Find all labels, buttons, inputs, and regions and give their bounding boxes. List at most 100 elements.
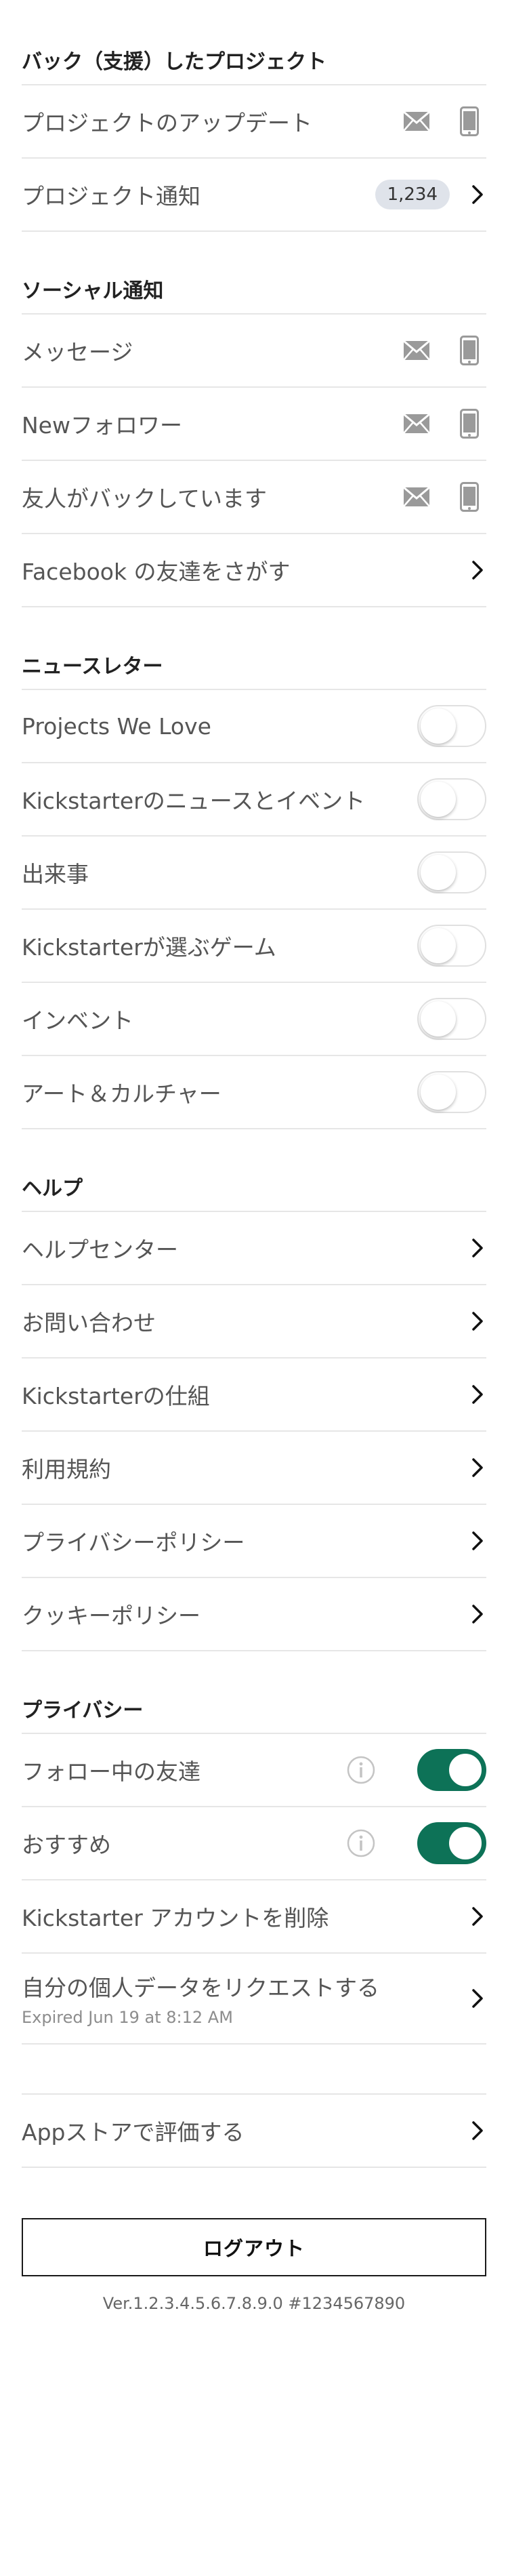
row-terms[interactable]: 利用規約 <box>22 1430 486 1504</box>
section-title-social: ソーシャル通知 <box>22 279 164 303</box>
row-text-block: 自分の個人データをリクエストする Expired Jun 19 at 8:12 … <box>22 1970 379 2027</box>
phone-icon[interactable] <box>452 104 486 138</box>
row-label-recommendations: おすすめ <box>22 1832 111 1858</box>
toggle-knob <box>421 1001 456 1037</box>
section-help: ヘルプ ヘルプセンター お問い合わせ Kickstarterの仕組 利用規約 プ… <box>22 1167 486 1651</box>
section-backed-projects: バック（支援）したプロジェクト プロジェクトのアップデート プロジェクト通知 1… <box>22 41 486 232</box>
row-label-project-updates: プロジェクトのアップデート <box>22 110 312 136</box>
toggle-following-friends[interactable] <box>417 1749 486 1791</box>
phone-icon[interactable] <box>452 407 486 441</box>
phone-icon[interactable] <box>452 480 486 514</box>
toggle-games[interactable] <box>417 925 486 967</box>
section-newsletter: ニュースレター Projects We Love Kickstarterのニュー… <box>22 645 486 1129</box>
row-controls <box>400 480 486 514</box>
mail-icon[interactable] <box>400 407 433 441</box>
row-label-news-events: Kickstarterのニュースとイベント <box>22 788 366 814</box>
chevron-right-icon <box>469 557 486 584</box>
row-controls <box>400 334 486 367</box>
row-arts-culture: アート＆カルチャー <box>22 1055 486 1129</box>
chevron-right-icon <box>469 1454 486 1481</box>
row-privacy-policy[interactable]: プライバシーポリシー <box>22 1504 486 1577</box>
settings-page: バック（支援）したプロジェクト プロジェクトのアップデート プロジェクト通知 1… <box>0 0 508 2576</box>
row-label-friend-backing: 友人がバックしています <box>22 485 268 512</box>
row-controls <box>400 104 486 138</box>
toggle-knob <box>448 1826 483 1861</box>
row-how-it-works[interactable]: Kickstarterの仕組 <box>22 1357 486 1430</box>
row-sublabel-expired: Expired Jun 19 at 8:12 AM <box>22 2008 233 2027</box>
toggle-knob <box>448 1752 483 1788</box>
row-new-followers: Newフォロワー <box>22 386 486 460</box>
info-icon[interactable] <box>344 1826 378 1860</box>
row-following-friends: フォロー中の友達 <box>22 1733 486 1806</box>
chevron-right-icon <box>469 1234 486 1262</box>
row-project-updates: プロジェクトのアップデート <box>22 84 486 157</box>
row-contact[interactable]: お問い合わせ <box>22 1284 486 1357</box>
row-games: Kickstarterが選ぶゲーム <box>22 908 486 982</box>
mail-icon[interactable] <box>400 334 433 367</box>
row-label-new-followers: Newフォロワー <box>22 412 182 439</box>
toggle-arts-culture[interactable] <box>417 1071 486 1113</box>
version-text: Ver.1.2.3.4.5.6.7.8.9.0 #1234567890 <box>102 2294 406 2313</box>
row-label-following-friends: フォロー中の友達 <box>22 1758 200 1785</box>
toggle-knob <box>421 855 456 890</box>
phone-icon[interactable] <box>452 334 486 367</box>
chevron-right-icon <box>469 2117 486 2144</box>
row-label-contact: お問い合わせ <box>22 1310 156 1336</box>
row-friend-backing: 友人がバックしています <box>22 460 486 533</box>
toggle-knob <box>421 708 456 744</box>
row-label-games: Kickstarterが選ぶゲーム <box>22 934 276 961</box>
row-help-center[interactable]: ヘルプセンター <box>22 1211 486 1284</box>
row-label-help-center: ヘルプセンター <box>22 1236 178 1263</box>
row-label-find-facebook-friends: Facebook の友達をさがす <box>22 559 291 585</box>
toggle-happenings[interactable] <box>417 851 486 893</box>
row-messages: メッセージ <box>22 313 486 386</box>
row-request-personal-data[interactable]: 自分の個人データをリクエストする Expired Jun 19 at 8:12 … <box>22 1952 486 2045</box>
toggle-news-events[interactable] <box>417 778 486 820</box>
chevron-right-icon <box>469 1527 486 1554</box>
chevron-right-icon <box>469 1308 486 1335</box>
row-label-arts-culture: アート＆カルチャー <box>22 1081 221 1107</box>
logout-button[interactable]: ログアウト <box>22 2218 486 2276</box>
row-label-privacy-policy: プライバシーポリシー <box>22 1529 245 1556</box>
section-social: ソーシャル通知 メッセージ Newフォロワー 友人がバックしています Faceb… <box>22 270 486 607</box>
section-title-privacy: プライバシー <box>22 1699 144 1723</box>
row-cookie-policy[interactable]: クッキーポリシー <box>22 1577 486 1651</box>
chevron-right-icon <box>469 181 486 208</box>
chevron-right-icon <box>469 1601 486 1628</box>
mail-icon[interactable] <box>400 104 433 138</box>
row-controls <box>344 1749 486 1791</box>
row-project-notifications[interactable]: プロジェクト通知 1,234 <box>22 157 486 232</box>
row-label-request-personal-data: 自分の個人データをリクエストする <box>22 1975 379 2001</box>
toggle-recommendations[interactable] <box>417 1822 486 1864</box>
section-privacy: プライバシー フォロー中の友達 おすすめ Kickstarter アカウントを削… <box>22 1689 486 2045</box>
row-news-events: Kickstarterのニュースとイベント <box>22 762 486 835</box>
row-happenings: 出来事 <box>22 835 486 908</box>
toggle-knob <box>421 928 456 963</box>
settings-content: バック（支援）したプロジェクト プロジェクトのアップデート プロジェクト通知 1… <box>22 0 486 2313</box>
row-find-facebook-friends[interactable]: Facebook の友達をさがす <box>22 533 486 607</box>
row-controls <box>344 1822 486 1864</box>
row-label-terms: 利用規約 <box>22 1456 111 1483</box>
row-invent: インベント <box>22 982 486 1055</box>
mail-icon[interactable] <box>400 480 433 514</box>
toggle-knob <box>421 782 456 817</box>
section-title-newsletter: ニュースレター <box>22 655 163 679</box>
toggle-knob <box>421 1074 456 1110</box>
toggle-projects-we-love[interactable] <box>417 705 486 747</box>
row-rate-app[interactable]: Appストアで評価する <box>22 2093 486 2168</box>
info-icon[interactable] <box>344 1753 378 1787</box>
row-label-project-notifications: プロジェクト通知 <box>22 183 200 209</box>
toggle-invent[interactable] <box>417 998 486 1040</box>
row-label-happenings: 出来事 <box>22 861 89 887</box>
count-badge: 1,234 <box>375 180 450 209</box>
section-title-help: ヘルプ <box>22 1177 83 1201</box>
row-label-how-it-works: Kickstarterの仕組 <box>22 1383 210 1409</box>
row-delete-account[interactable]: Kickstarter アカウントを削除 <box>22 1879 486 1952</box>
row-recommendations: おすすめ <box>22 1806 486 1879</box>
row-label-cookie-policy: クッキーポリシー <box>22 1603 200 1629</box>
row-label-rate-app: Appストアで評価する <box>22 2119 245 2146</box>
chevron-right-icon <box>469 1381 486 1408</box>
chevron-right-icon <box>469 1903 486 1930</box>
chevron-right-icon <box>469 1985 486 2012</box>
row-label-projects-we-love: Projects We Love <box>22 712 211 740</box>
